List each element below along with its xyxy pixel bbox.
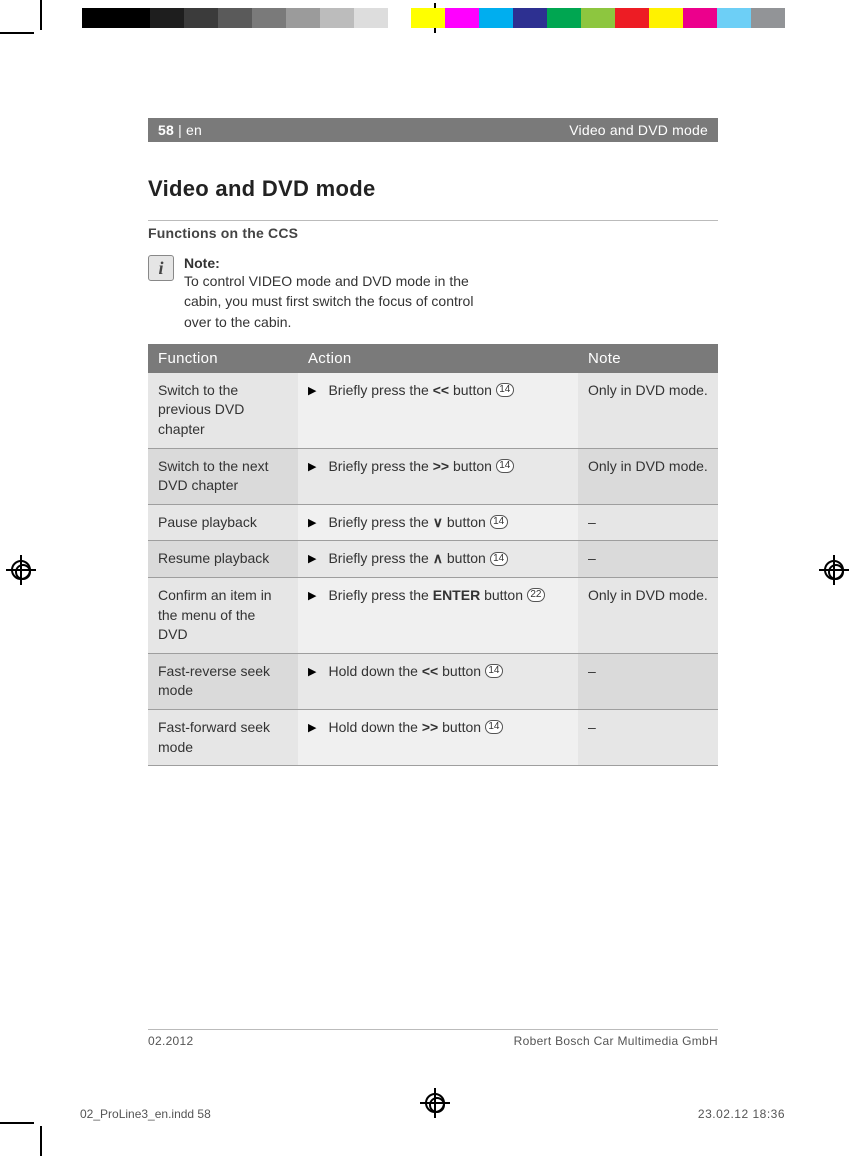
cell-action: ▶ Briefly press the >> button 14 <box>298 448 578 504</box>
button-reference: 22 <box>527 588 545 602</box>
cell-function: Switch to the previous DVD chapter <box>148 373 298 448</box>
table-row: Switch to the previous DVD chapter ▶ Brief… <box>148 373 718 448</box>
action-symbol: >> <box>422 719 438 735</box>
triangle-bullet-icon: ▶ <box>308 457 316 477</box>
trim-mark-top-left <box>0 0 50 38</box>
table-row: Confirm an item in the menu of the DVD ▶ B… <box>148 578 718 654</box>
action-text: Briefly press the << button 14 <box>328 381 513 401</box>
color-swatches <box>411 8 785 28</box>
cell-note: – <box>578 541 718 578</box>
table-row: Fast-forward seek mode ▶ Hold down the >> … <box>148 710 718 766</box>
triangle-bullet-icon: ▶ <box>308 549 316 569</box>
button-reference: 14 <box>496 459 514 473</box>
print-marks-bottom: 02_ProLine3_en.indd 58 23.02.12 18:36 <box>0 1086 855 1156</box>
cell-note: – <box>578 653 718 709</box>
grayscale-swatches <box>82 8 388 28</box>
button-reference: 14 <box>485 664 503 678</box>
registration-mark-icon <box>819 555 849 585</box>
table-row: Fast-reverse seek mode ▶ Hold down the << … <box>148 653 718 709</box>
action-symbol: ∧ <box>433 550 443 566</box>
imprint-file: 02_ProLine3_en.indd 58 <box>80 1107 211 1121</box>
functions-table: Function Action Note Switch to the previ… <box>148 344 718 766</box>
cell-function: Pause playback <box>148 504 298 541</box>
note-text: To control VIDEO mode and DVD mode in th… <box>184 271 488 332</box>
action-text: Hold down the >> button 14 <box>328 718 502 738</box>
action-symbol: >> <box>433 458 449 474</box>
page-content: 58 | en Video and DVD mode Video and DVD… <box>148 118 718 1048</box>
table-row: Resume playback ▶ Briefly press the ∧ butt… <box>148 541 718 578</box>
triangle-bullet-icon: ▶ <box>308 586 316 606</box>
print-marks-top <box>0 0 855 38</box>
cell-function: Resume playback <box>148 541 298 578</box>
running-header: 58 | en Video and DVD mode <box>148 118 718 142</box>
action-text: Briefly press the >> button 14 <box>328 457 513 477</box>
cell-note: Only in DVD mode. <box>578 448 718 504</box>
note-block: i Note: To control VIDEO mode and DVD mo… <box>148 255 488 332</box>
triangle-bullet-icon: ▶ <box>308 718 316 738</box>
imprint-stamp: 23.02.12 18:36 <box>698 1107 785 1121</box>
button-reference: 14 <box>485 720 503 734</box>
page-subtitle: Functions on the CCS <box>148 220 718 241</box>
page-title: Video and DVD mode <box>148 176 718 202</box>
page-footer: 02.2012 Robert Bosch Car Multimedia GmbH <box>148 1029 718 1048</box>
action-text: Briefly press the ENTER button 22 <box>328 586 544 606</box>
cell-note: Only in DVD mode. <box>578 578 718 654</box>
section-name: Video and DVD mode <box>569 122 708 138</box>
cell-action: ▶ Briefly press the ∧ button 14 <box>298 541 578 578</box>
cell-action: ▶ Briefly press the ∨ button 14 <box>298 504 578 541</box>
info-icon: i <box>148 255 174 281</box>
page-number: 58 | en <box>158 122 202 138</box>
footer-company: Robert Bosch Car Multimedia GmbH <box>514 1034 718 1048</box>
cell-action: ▶ Briefly press the << button 14 <box>298 373 578 448</box>
action-symbol: << <box>422 663 438 679</box>
button-reference: 14 <box>490 552 508 566</box>
cell-function: Fast-forward seek mode <box>148 710 298 766</box>
footer-date: 02.2012 <box>148 1034 193 1048</box>
cell-action: ▶ Briefly press the ENTER button 22 <box>298 578 578 654</box>
triangle-bullet-icon: ▶ <box>308 513 316 533</box>
cell-note: – <box>578 504 718 541</box>
button-reference: 14 <box>490 515 508 529</box>
cell-function: Fast-reverse seek mode <box>148 653 298 709</box>
imprint: 02_ProLine3_en.indd 58 23.02.12 18:36 <box>80 1107 785 1121</box>
triangle-bullet-icon: ▶ <box>308 381 316 401</box>
action-text: Hold down the << button 14 <box>328 662 502 682</box>
action-symbol: ENTER <box>433 587 480 603</box>
triangle-bullet-icon: ▶ <box>308 662 316 682</box>
col-header-function: Function <box>148 344 298 373</box>
cell-function: Confirm an item in the menu of the DVD <box>148 578 298 654</box>
table-row: Pause playback ▶ Briefly press the ∨ butto… <box>148 504 718 541</box>
cell-note: Only in DVD mode. <box>578 373 718 448</box>
button-reference: 14 <box>496 383 514 397</box>
cell-note: – <box>578 710 718 766</box>
registration-mark-icon <box>6 555 36 585</box>
action-symbol: ∨ <box>433 514 443 530</box>
table-row: Switch to the next DVD chapter ▶ Briefly p… <box>148 448 718 504</box>
col-header-action: Action <box>298 344 578 373</box>
action-text: Briefly press the ∨ button 14 <box>328 513 507 533</box>
trim-mark-bottom-left <box>0 1116 50 1156</box>
cell-action: ▶ Hold down the >> button 14 <box>298 710 578 766</box>
action-symbol: << <box>433 382 449 398</box>
col-header-note: Note <box>578 344 718 373</box>
cell-action: ▶ Hold down the << button 14 <box>298 653 578 709</box>
note-label: Note: <box>184 255 488 271</box>
action-text: Briefly press the ∧ button 14 <box>328 549 507 569</box>
cell-function: Switch to the next DVD chapter <box>148 448 298 504</box>
